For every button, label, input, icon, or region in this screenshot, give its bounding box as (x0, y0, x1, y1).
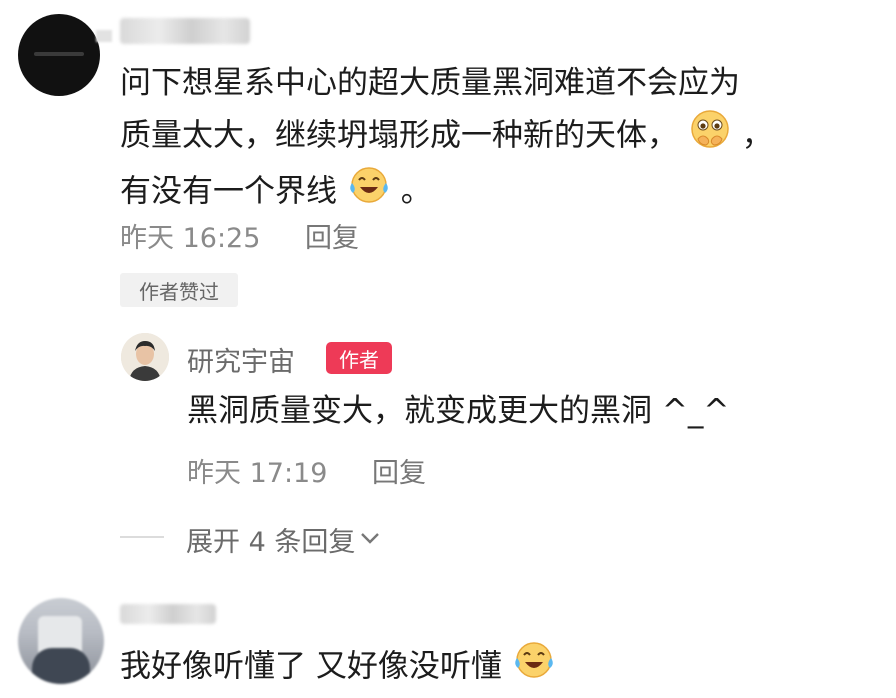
crying-laughing-icon (347, 165, 391, 221)
author-badge: 作者 (326, 342, 392, 374)
reply-button[interactable]: 回复 (305, 223, 359, 254)
pleading-hands-icon (688, 109, 732, 165)
comment-text: 问下想星系中心的超大质量黑洞难道不会应为 质量太大，继续坍塌形成一种新的天体， … (120, 57, 860, 221)
username-blurred[interactable] (120, 18, 250, 44)
comment-meta: 昨天 16:25 回复 (120, 216, 359, 255)
divider (120, 536, 164, 538)
chevron-down-icon (357, 524, 383, 555)
reply-text: 黑洞质量变大，就变成更大的黑洞 ^_^ (187, 393, 730, 429)
author-avatar[interactable] (121, 333, 169, 381)
expand-label: 展开 4 条回复 (186, 527, 356, 558)
username-blurred[interactable] (120, 604, 216, 624)
comment-text: 我好像听懂了 又好像没听懂 (120, 640, 556, 696)
comment-line-1: 问下想星系中心的超大质量黑洞难道不会应为 (120, 65, 740, 101)
author-name[interactable]: 研究宇宙 (187, 340, 295, 379)
author-liked-badge: 作者赞过 (120, 273, 238, 307)
crying-laughing-icon (512, 640, 556, 696)
comment-time: 昨天 16:25 (120, 223, 261, 254)
comment-line-3: 有没有一个界线 。 (120, 165, 860, 221)
reply-meta: 昨天 17:19 回复 (187, 451, 426, 490)
comment-line-2: 质量太大，继续坍塌形成一种新的天体， ， (120, 109, 860, 165)
avatar[interactable] (18, 598, 104, 684)
reply-time: 昨天 17:19 (187, 458, 328, 489)
reply-button[interactable]: 回复 (372, 458, 426, 489)
avatar[interactable] (18, 14, 100, 96)
username-blurred-extra (96, 30, 112, 42)
expand-replies-button[interactable]: 展开 4 条回复 (186, 520, 383, 559)
